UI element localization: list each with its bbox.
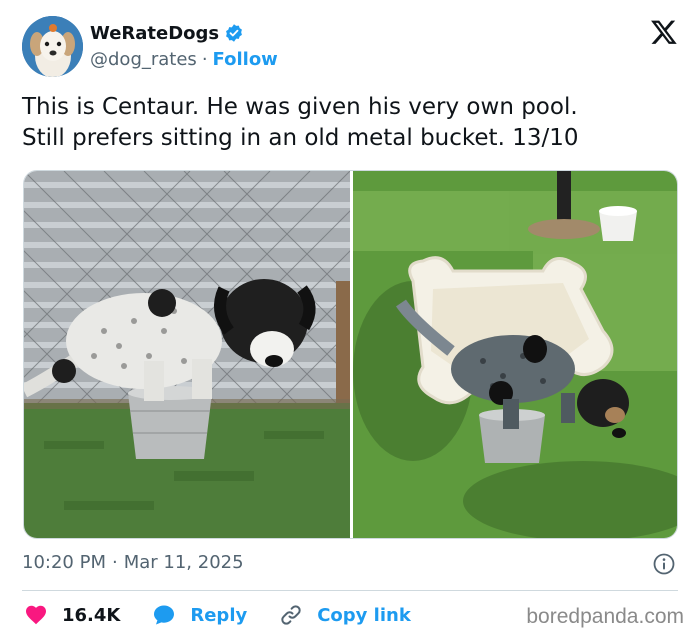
- author-info: WeRateDogs @dog_rates · Follow: [90, 22, 278, 71]
- photo-dog-in-bucket-pool[interactable]: [353, 171, 677, 538]
- tweet-text: This is Centaur. He was given his very o…: [22, 94, 579, 151]
- info-icon[interactable]: [652, 552, 676, 576]
- tweet-timestamp[interactable]: 10:20 PM · Mar 11, 2025: [22, 552, 244, 573]
- link-icon: [281, 605, 301, 625]
- copy-link-button[interactable]: Copy link: [279, 603, 411, 627]
- tweet-card: WeRateDogs @dog_rates · Follow This is C…: [0, 0, 700, 642]
- timestamp-time: 10:20 PM: [22, 552, 106, 573]
- copy-link-label: Copy link: [317, 604, 411, 626]
- media-grid: [23, 170, 678, 539]
- handle-separator: ·: [201, 49, 208, 70]
- reply-button[interactable]: Reply: [152, 603, 247, 627]
- speech-bubble-icon: [154, 605, 175, 625]
- x-logo-icon[interactable]: [650, 18, 678, 46]
- divider: [22, 590, 678, 591]
- heart-icon: [26, 605, 46, 625]
- like-button[interactable]: 16.4K: [24, 603, 120, 627]
- reply-label: Reply: [190, 604, 248, 626]
- follow-button[interactable]: Follow: [213, 49, 278, 70]
- tweet-header: WeRateDogs @dog_rates · Follow: [22, 16, 680, 78]
- display-name[interactable]: WeRateDogs: [90, 23, 219, 44]
- timestamp-date: Mar 11, 2025: [123, 552, 244, 573]
- watermark: boredpanda.com: [526, 605, 684, 628]
- like-count: 16.4K: [62, 604, 121, 626]
- verified-badge-icon: [224, 23, 244, 43]
- action-bar: 16.4K Reply Copy link: [24, 603, 443, 627]
- photo-dog-in-bucket-fence[interactable]: [24, 171, 350, 538]
- avatar[interactable]: [22, 16, 83, 77]
- timestamp-separator: ·: [111, 552, 118, 573]
- handle[interactable]: @dog_rates: [90, 49, 197, 70]
